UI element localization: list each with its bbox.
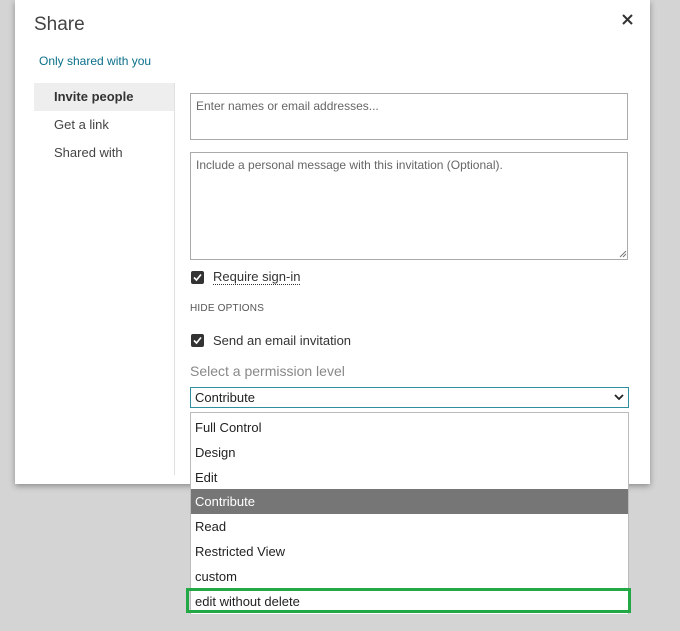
message-input[interactable] xyxy=(190,152,628,260)
dialog-title: Share xyxy=(34,14,85,35)
option-read[interactable]: Read xyxy=(191,514,628,539)
send-email-label[interactable]: Send an email invitation xyxy=(213,333,351,348)
nav-item-shared-with[interactable]: Shared with xyxy=(34,139,174,167)
permission-options-list: Full Control Design Edit Contribute Read… xyxy=(190,412,629,614)
checkmark-icon xyxy=(193,336,202,344)
require-signin-checkbox[interactable] xyxy=(191,270,204,284)
chevron-down-icon xyxy=(614,394,624,401)
hide-options-toggle[interactable]: HIDE OPTIONS xyxy=(190,303,264,314)
checkmark-icon xyxy=(193,273,202,281)
permission-selected-value: Contribute xyxy=(195,390,255,405)
option-custom[interactable]: custom xyxy=(191,564,628,589)
option-restricted-view[interactable]: Restricted View xyxy=(191,539,628,564)
option-design[interactable]: Design xyxy=(191,440,628,465)
resize-grip-icon[interactable] xyxy=(619,250,627,258)
permission-level-select[interactable]: Contribute xyxy=(190,387,629,408)
send-email-checkbox[interactable] xyxy=(191,333,204,347)
send-email-row: Send an email invitation xyxy=(191,331,351,349)
nav-item-invite-people[interactable]: Invite people xyxy=(34,83,174,111)
shared-status-link[interactable]: Only shared with you xyxy=(39,54,151,68)
share-side-nav: Invite people Get a link Shared with xyxy=(34,83,175,475)
option-contribute[interactable]: Contribute xyxy=(191,489,628,514)
require-signin-label[interactable]: Require sign-in xyxy=(213,269,301,285)
require-signin-row: Require sign-in xyxy=(191,268,301,286)
nav-item-get-a-link[interactable]: Get a link xyxy=(34,111,174,139)
names-input[interactable] xyxy=(190,93,628,140)
option-full-control[interactable]: Full Control xyxy=(191,415,628,440)
close-icon xyxy=(621,13,633,25)
permission-level-label: Select a permission level xyxy=(190,363,345,379)
option-highlight-frame xyxy=(186,588,631,613)
close-button[interactable] xyxy=(618,10,636,28)
option-edit[interactable]: Edit xyxy=(191,465,628,490)
